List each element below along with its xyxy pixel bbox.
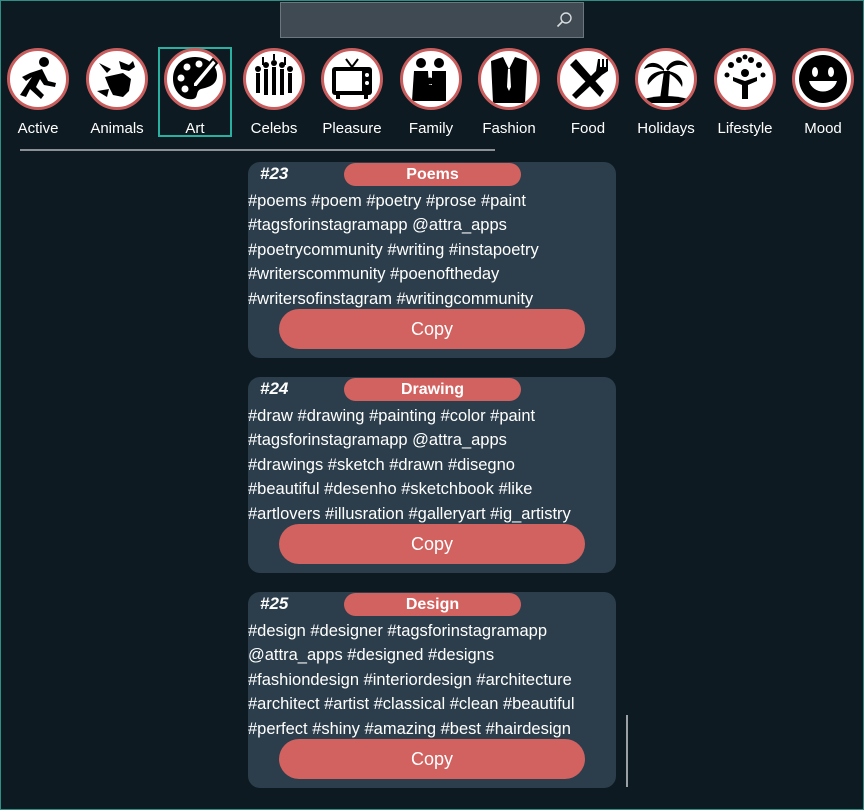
- crowd-icon: [243, 48, 305, 110]
- category-label: Food: [570, 120, 606, 137]
- card-number: #23: [260, 164, 289, 183]
- family-icon: [400, 48, 462, 110]
- category-label: Art: [185, 120, 205, 137]
- search-icon[interactable]: [555, 11, 573, 29]
- card-hashtags: #design #designer #tagsforinstagramapp @…: [248, 622, 575, 738]
- card-hashtags: #draw #drawing #painting #color #paint #…: [248, 407, 571, 523]
- category-label: Mood: [804, 120, 842, 137]
- category-label: Pleasure: [322, 120, 382, 137]
- palette-icon: [164, 48, 226, 110]
- tv-icon: [321, 48, 383, 110]
- category-label: Celebs: [250, 120, 298, 137]
- card-title: Design: [344, 593, 521, 616]
- category-family[interactable]: Family: [394, 48, 468, 138]
- category-label: Family: [408, 120, 454, 137]
- category-label: Active: [17, 120, 59, 137]
- copy-button[interactable]: Copy: [279, 739, 585, 779]
- category-animals[interactable]: Animals: [80, 48, 154, 138]
- category-label: Animals: [90, 120, 144, 137]
- category-fashion[interactable]: Fashion: [472, 48, 546, 138]
- suit-icon: [478, 48, 540, 110]
- hashtag-card: #24 Drawing #draw #drawing #painting #co…: [248, 377, 616, 573]
- card-number: #24: [260, 379, 289, 398]
- category-scroll-indicator[interactable]: [20, 149, 495, 151]
- palm-tree-icon: [635, 48, 697, 110]
- card-hashtags: #poems #poem #poetry #prose #paint #tags…: [248, 192, 539, 308]
- category-active[interactable]: Active: [1, 48, 75, 138]
- card-number: #25: [260, 594, 289, 613]
- category-bar: Active Animals Art Celebs Pleasure Famil…: [0, 44, 864, 140]
- search-input[interactable]: [280, 2, 584, 38]
- smiley-icon: [792, 48, 854, 110]
- animals-icon: [86, 48, 148, 110]
- hashtag-card: #23 Poems #poems #poem #poetry #prose #p…: [248, 162, 616, 358]
- category-label: Holidays: [637, 120, 695, 137]
- category-mood[interactable]: Mood: [786, 48, 860, 138]
- category-celebs[interactable]: Celebs: [237, 48, 311, 138]
- vertical-scrollbar[interactable]: [626, 715, 628, 787]
- category-label: Lifestyle: [717, 120, 773, 137]
- category-pleasure[interactable]: Pleasure: [315, 48, 389, 138]
- card-title: Poems: [344, 163, 521, 186]
- card-title: Drawing: [344, 378, 521, 401]
- tree-person-icon: [714, 48, 776, 110]
- category-holidays[interactable]: Holidays: [629, 48, 703, 138]
- hashtag-card: #25 Design #design #designer #tagsforins…: [248, 592, 616, 788]
- category-art[interactable]: Art: [158, 47, 232, 137]
- category-food[interactable]: Food: [551, 48, 625, 138]
- running-person-icon: [7, 48, 69, 110]
- copy-button[interactable]: Copy: [279, 309, 585, 349]
- category-lifestyle[interactable]: Lifestyle: [708, 48, 782, 138]
- category-label: Fashion: [482, 120, 536, 137]
- cutlery-icon: [557, 48, 619, 110]
- copy-button[interactable]: Copy: [279, 524, 585, 564]
